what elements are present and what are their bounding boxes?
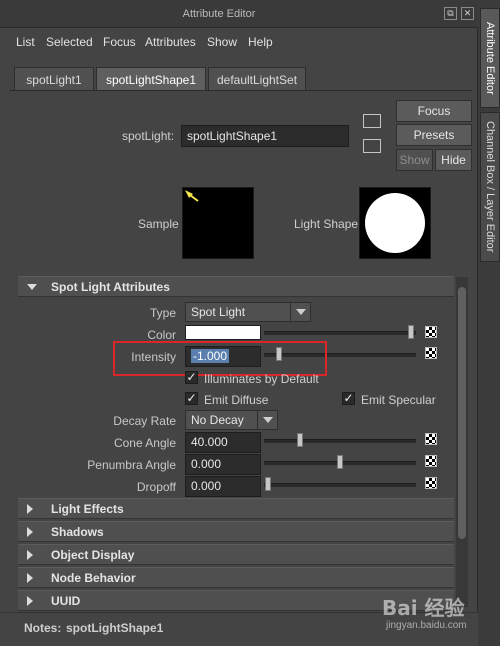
spotlight-icon xyxy=(185,190,199,202)
cone-angle-slider-handle[interactable] xyxy=(297,433,303,447)
node-name-label: spotLight: xyxy=(122,129,175,143)
scrollbar-thumb[interactable] xyxy=(458,287,466,539)
menu-selected[interactable]: Selected xyxy=(46,35,93,49)
color-slider-handle[interactable] xyxy=(408,325,414,339)
dropdown-arrow-icon xyxy=(257,411,277,429)
map-button-icon[interactable] xyxy=(425,433,437,445)
menu-bar: List Selected Focus Attributes Show Help xyxy=(0,30,478,56)
tab-divider xyxy=(10,90,472,91)
attribute-editor-window: Attribute Editor ⧉ ✕ List Selected Focus… xyxy=(0,0,478,646)
notes-value[interactable]: spotLightShape1 xyxy=(66,621,163,635)
menu-focus[interactable]: Focus xyxy=(103,35,136,49)
close-icon[interactable]: ✕ xyxy=(461,7,474,20)
dropoff-slider-handle[interactable] xyxy=(265,477,271,491)
expand-triangle-icon xyxy=(27,550,33,560)
section-title: Object Display xyxy=(51,548,135,562)
dropoff-field[interactable]: 0.000 xyxy=(185,476,261,497)
sample-swatch xyxy=(182,187,254,259)
menu-attributes[interactable]: Attributes xyxy=(145,35,196,49)
emit-diffuse-label: Emit Diffuse xyxy=(204,393,269,407)
section-title: Node Behavior xyxy=(51,571,136,585)
illuminates-label: Illuminates by Default xyxy=(204,372,319,386)
notes-label: Notes: xyxy=(24,621,62,635)
section-spot-light-attributes[interactable]: Spot Light Attributes xyxy=(18,276,454,297)
title-bar: Attribute Editor ⧉ ✕ xyxy=(0,0,478,28)
presets-button[interactable]: Presets xyxy=(396,124,472,146)
tab-spotlightshape1[interactable]: spotLightShape1 xyxy=(96,67,206,91)
dropdown-arrow-icon xyxy=(290,303,310,321)
penumbra-angle-field[interactable]: 0.000 xyxy=(185,454,261,475)
restore-icon[interactable]: ⧉ xyxy=(444,7,457,20)
dock-tab-attribute-editor[interactable]: Attribute Editor xyxy=(480,8,500,108)
section-object-display[interactable]: Object Display xyxy=(18,544,454,565)
light-shape-preview xyxy=(359,187,431,259)
watermark-url: jingyan.baidu.com xyxy=(386,620,467,631)
emit-specular-checkbox[interactable]: ✓ xyxy=(342,392,355,405)
section-title: Shadows xyxy=(51,525,104,539)
watermark-logo-text: Bai 经验 xyxy=(382,596,465,620)
penumbra-angle-label: Penumbra Angle xyxy=(87,458,176,472)
collapse-triangle-icon xyxy=(27,284,37,290)
output-connection-icon[interactable] xyxy=(363,139,381,153)
section-light-effects[interactable]: Light Effects xyxy=(18,498,454,519)
emit-diffuse-checkbox[interactable]: ✓ xyxy=(185,392,198,405)
node-name-field[interactable]: spotLightShape1 xyxy=(181,125,349,147)
sample-label: Sample xyxy=(138,217,179,231)
menu-help[interactable]: Help xyxy=(248,35,273,49)
expand-triangle-icon xyxy=(27,573,33,583)
map-button-icon[interactable] xyxy=(425,326,437,338)
dock-tab-channel-box[interactable]: Channel Box / Layer Editor xyxy=(480,112,500,262)
hide-button[interactable]: Hide xyxy=(435,149,472,171)
type-label: Type xyxy=(149,306,176,320)
intensity-highlight-box xyxy=(113,341,327,376)
emit-specular-label: Emit Specular xyxy=(361,393,436,407)
color-swatch[interactable] xyxy=(185,325,261,340)
dock-tab-strip: Attribute Editor Channel Box / Layer Edi… xyxy=(479,0,500,646)
light-shape-circle xyxy=(365,193,425,253)
tab-spotlight1[interactable]: spotLight1 xyxy=(14,67,94,91)
menu-list[interactable]: List xyxy=(16,35,35,49)
tab-defaultlightset[interactable]: defaultLightSet xyxy=(208,67,306,91)
penumbra-angle-slider-handle[interactable] xyxy=(337,455,343,469)
section-node-behavior[interactable]: Node Behavior xyxy=(18,567,454,588)
map-button-icon[interactable] xyxy=(425,347,437,359)
decay-rate-dropdown[interactable]: No Decay xyxy=(185,410,278,430)
color-label: Color xyxy=(147,328,176,342)
cone-angle-label: Cone Angle xyxy=(113,436,176,450)
type-value: Spot Light xyxy=(191,305,246,319)
attribute-scrollbar[interactable] xyxy=(456,277,468,607)
show-button[interactable]: Show xyxy=(396,149,433,171)
section-title: Light Effects xyxy=(51,502,124,516)
window-title: Attribute Editor xyxy=(182,8,256,20)
illuminates-checkbox[interactable]: ✓ xyxy=(185,371,198,384)
baidu-watermark: Bai 经验 jingyan.baidu.com xyxy=(382,592,494,642)
expand-triangle-icon xyxy=(27,596,33,606)
focus-button[interactable]: Focus xyxy=(396,100,472,122)
expand-triangle-icon xyxy=(27,504,33,514)
section-title: UUID xyxy=(51,594,81,608)
dropoff-slider[interactable] xyxy=(264,483,416,487)
color-slider[interactable] xyxy=(264,331,416,335)
menu-show[interactable]: Show xyxy=(207,35,237,49)
map-button-icon[interactable] xyxy=(425,455,437,467)
light-shape-label: Light Shape xyxy=(294,217,359,231)
cone-angle-slider[interactable] xyxy=(264,439,416,443)
section-shadows[interactable]: Shadows xyxy=(18,521,454,542)
dropoff-label: Dropoff xyxy=(136,480,176,494)
cone-angle-field[interactable]: 40.000 xyxy=(185,432,261,453)
decay-rate-label: Decay Rate xyxy=(113,414,176,428)
map-button-icon[interactable] xyxy=(425,477,437,489)
section-title: Spot Light Attributes xyxy=(51,280,170,294)
expand-triangle-icon xyxy=(27,527,33,537)
decay-rate-value: No Decay xyxy=(191,413,244,427)
input-connection-icon[interactable] xyxy=(363,114,381,128)
type-dropdown[interactable]: Spot Light xyxy=(185,302,311,322)
